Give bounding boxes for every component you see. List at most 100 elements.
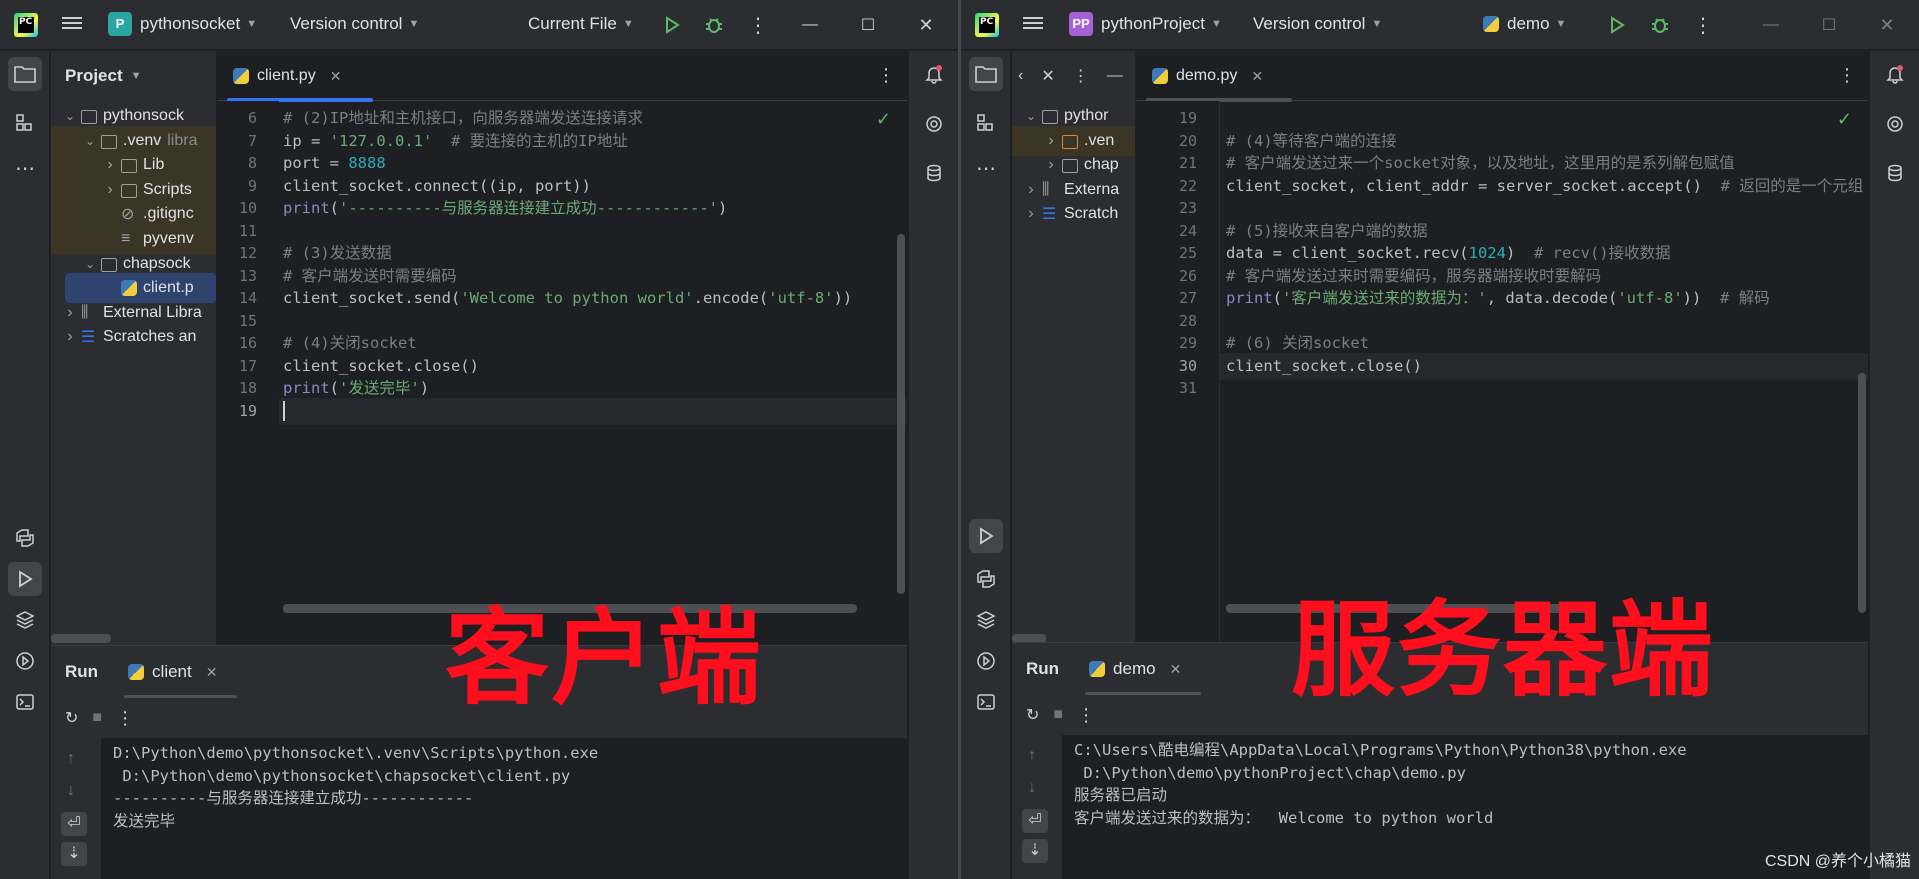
ai-assistant-button[interactable] [917,107,951,141]
console-output[interactable]: D:\Python\demo\pythonsocket\.venv\Script… [113,738,907,879]
chevron-down-icon[interactable]: ⌄ [1024,109,1038,123]
stop-icon[interactable]: ■ [92,709,102,727]
debug-button[interactable] [701,12,727,38]
close-tab-icon[interactable]: ✕ [330,68,342,85]
run-icon [19,570,33,588]
notifications-button[interactable] [1878,57,1912,91]
project-tool-button[interactable] [8,57,42,91]
up-arrow-icon[interactable]: ↑ [1028,747,1036,765]
chevron-right-icon[interactable]: › [1044,156,1058,174]
console-line: D:\Python\demo\pythonProject\chap\demo.p… [1074,763,1466,782]
run-button[interactable] [659,12,685,38]
layers-icon [976,611,996,629]
python-console-button[interactable] [8,521,42,555]
more-actions-icon[interactable]: ⋮ [1077,705,1095,726]
tab-demo-py[interactable]: demo.py ✕ [1146,51,1292,102]
console-output[interactable]: C:\Users\酷电编程\AppData\Local\Programs\Pyt… [1074,735,1868,879]
python-console-button[interactable] [969,562,1003,596]
run-config-widget[interactable]: demo ▼ [1483,14,1566,34]
database-button[interactable] [917,156,951,190]
stop-icon[interactable]: ■ [1053,706,1063,724]
down-arrow-icon[interactable]: ↓ [1028,779,1036,797]
editor-tab-bar: client.py ✕ ⋮ [217,51,907,102]
terminal-tool-button[interactable] [969,685,1003,719]
chevron-right-icon[interactable]: › [103,181,117,199]
close-icon[interactable]: ✕ [913,12,939,38]
notifications-button[interactable] [917,57,951,91]
chevron-down-icon[interactable]: ⌄ [83,134,97,148]
main-menu-icon[interactable] [1023,14,1043,34]
chevron-right-icon[interactable]: › [1024,205,1038,223]
terminal-tool-button[interactable] [8,685,42,719]
more-actions-icon[interactable]: ⋮ [877,65,895,86]
rerun-icon[interactable]: ↻ [65,708,78,728]
python-packages-button[interactable] [8,603,42,637]
scroll-to-end-icon[interactable]: ⇣ [1022,839,1048,863]
scroll-to-end-icon[interactable]: ⇣ [61,842,87,866]
vcs-widget[interactable]: Version control ▼ [290,14,419,34]
tree-item[interactable]: › ☰ Scratches an [51,322,216,352]
more-actions-icon[interactable]: ⋮ [1690,12,1716,38]
debug-button[interactable] [1647,12,1673,38]
down-arrow-icon[interactable]: ↓ [67,782,75,800]
collapse-all-icon[interactable]: ✕ [1041,66,1054,86]
more-actions-icon[interactable]: ⋮ [116,708,134,729]
chevron-down-icon[interactable]: ⌄ [83,257,97,271]
up-arrow-icon[interactable]: ↑ [67,750,75,768]
horizontal-scrollbar[interactable] [51,634,111,643]
maximize-icon[interactable]: ☐ [855,12,881,38]
close-tab-icon[interactable]: ✕ [206,664,218,681]
structure-tool-button[interactable] [8,106,42,140]
minimize-icon[interactable]: — [797,12,823,38]
database-button[interactable] [1878,156,1912,190]
chevron-right-icon[interactable]: › [1044,132,1058,150]
close-tab-icon[interactable]: ✕ [1170,661,1182,678]
project-widget[interactable]: PP pythonProject ▼ [1069,12,1222,36]
services-tool-button[interactable] [8,644,42,678]
run-tool-button[interactable] [8,562,42,596]
project-panel-header[interactable]: Project ▼ [51,51,216,101]
vertical-scrollbar[interactable] [1858,373,1866,613]
soft-wrap-icon[interactable]: ⏎ [1022,809,1048,833]
more-tools-icon[interactable]: ⋯ [8,151,42,185]
tab-client-py[interactable]: client.py ✕ [227,51,373,102]
more-actions-icon[interactable]: ⋮ [1073,66,1089,86]
run-config-widget[interactable]: Current File ▼ [528,14,634,34]
run-tab-client[interactable]: client ✕ [124,646,238,698]
vertical-scrollbar[interactable] [897,234,905,594]
hide-panel-icon[interactable]: — [1107,67,1123,85]
run-button[interactable] [1604,12,1630,38]
ai-assistant-button[interactable] [1878,107,1912,141]
tree-item[interactable]: › ☰ Scratch [1012,199,1135,229]
chevron-right-icon[interactable]: › [1024,181,1038,199]
chevron-down-icon: ▼ [130,70,142,82]
run-tab-demo[interactable]: demo ✕ [1085,643,1202,695]
minimize-icon[interactable]: — [1758,12,1784,38]
chevron-right-icon[interactable]: › [63,328,77,346]
project-widget[interactable]: P pythonsocket ▼ [108,12,257,36]
chevron-right-icon[interactable]: › [63,304,77,322]
python-packages-button[interactable] [969,603,1003,637]
structure-tool-button[interactable] [969,106,1003,140]
maximize-icon[interactable]: ☐ [1816,12,1842,38]
chevron-left-icon[interactable]: ‹ [1018,67,1023,85]
rerun-icon[interactable]: ↻ [1026,705,1039,725]
server-label-overlay: 服务器端 [1291,589,1716,711]
more-actions-icon[interactable]: ⋮ [1838,65,1856,86]
more-actions-icon[interactable]: ⋮ [745,12,771,38]
run-tool-button[interactable] [969,519,1003,553]
project-tool-button[interactable] [969,57,1003,91]
services-tool-button[interactable] [969,644,1003,678]
close-tab-icon[interactable]: ✕ [1251,68,1263,85]
folder-icon [101,257,117,272]
chevron-down-icon[interactable]: ⌄ [63,109,77,123]
chevron-right-icon[interactable]: › [103,156,117,174]
code-area[interactable]: # (4)等待客户端的连接 # 客户端发送过来一个socket对象，以及地址，这里… [1226,101,1868,645]
close-icon[interactable]: ✕ [1874,12,1900,38]
main-menu-icon[interactable] [62,14,82,34]
more-tools-icon[interactable]: ⋯ [969,151,1003,185]
code-area[interactable]: # (2)IP地址和主机接口，向服务器端发送连接请求 ip = '127.0.0.… [283,101,907,645]
vcs-widget[interactable]: Version control ▼ [1253,14,1382,34]
soft-wrap-icon[interactable]: ⏎ [61,812,87,836]
left-tool-stripe: ⋯ [0,51,50,879]
